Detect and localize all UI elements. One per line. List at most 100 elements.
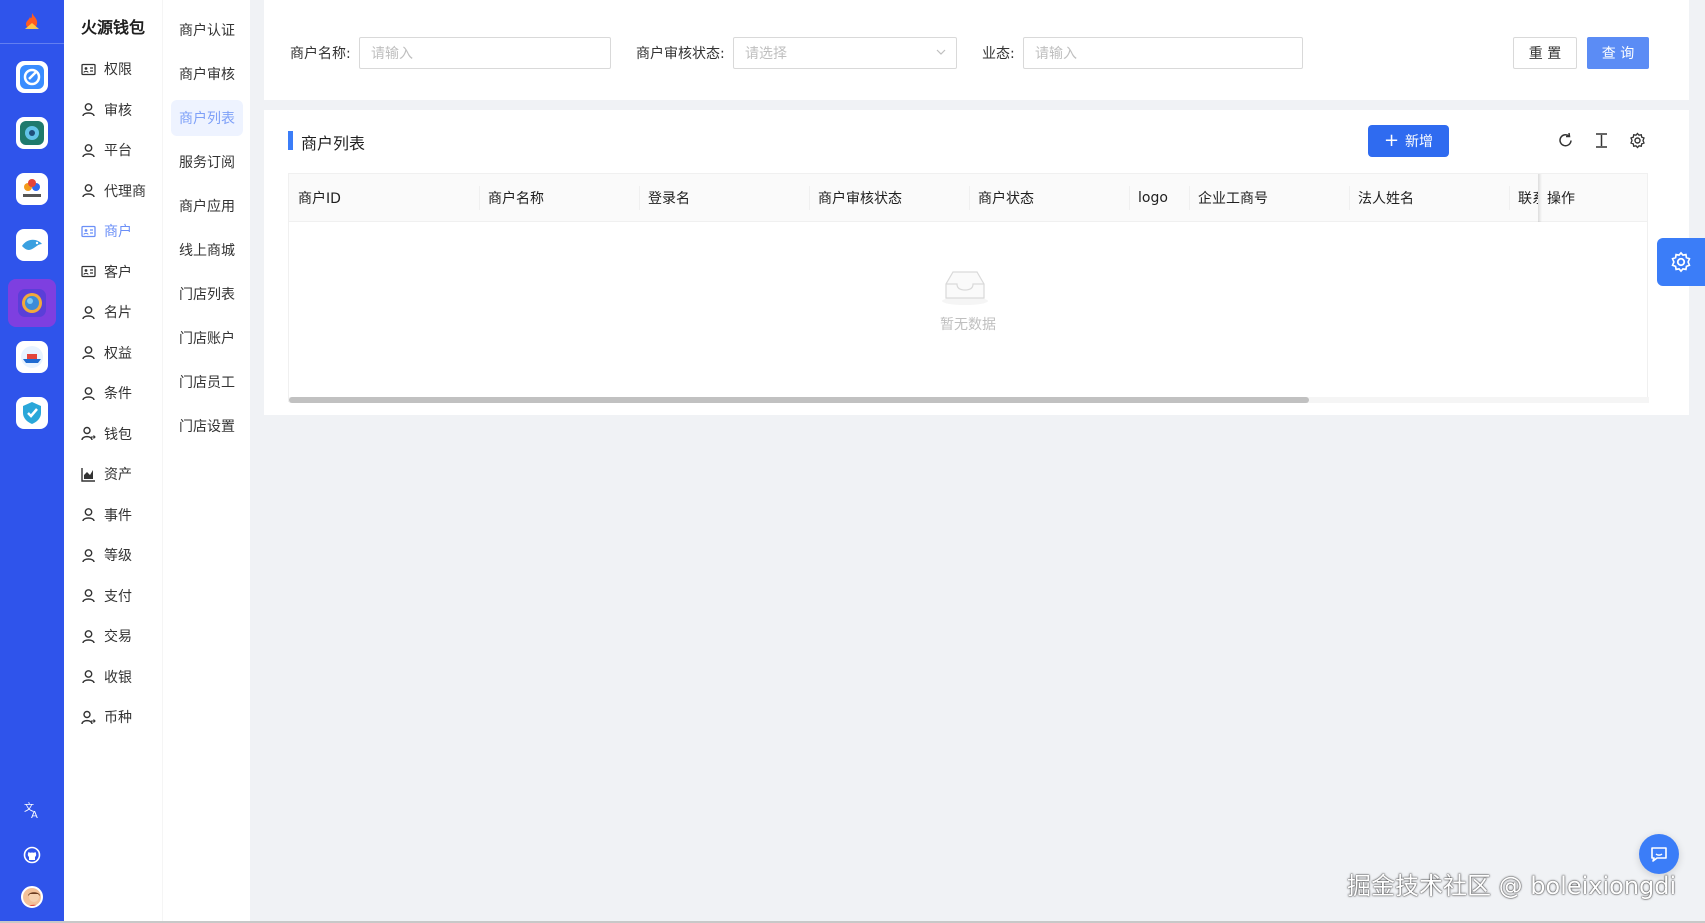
chat-icon — [1651, 847, 1667, 862]
column-legal-name[interactable]: 法人姓名 — [1349, 174, 1509, 222]
user-icon — [80, 385, 96, 401]
submenu-item[interactable]: 商户认证 — [171, 12, 243, 48]
merchant-table-card: 商户列表 + 新增 商户ID 商户名称 登录名 商户审核状态 商户状态 logo… — [264, 110, 1689, 415]
sidebar-item[interactable]: 资产 — [72, 456, 156, 492]
sidebar-item[interactable]: 客户 — [72, 254, 156, 290]
sidebar-item[interactable]: 平台 — [72, 132, 156, 168]
merchant-name-input[interactable]: 请输入 — [359, 37, 611, 69]
user-switch-icon — [80, 709, 96, 725]
rail-divider — [0, 43, 64, 44]
sidebar-item[interactable]: 条件 — [72, 375, 156, 411]
column-actions[interactable]: 操作 — [1538, 174, 1647, 222]
sidebar-item[interactable]: 审核 — [72, 92, 156, 128]
business-label: 业态: — [982, 46, 1015, 62]
user-icon — [80, 345, 96, 361]
sidebar-item-label: 客户 — [104, 264, 132, 281]
user-avatar[interactable] — [21, 886, 43, 908]
search-form: 商户名称: 请输入 商户审核状态: 请选择 业态: 请输入 重 置 查 询 — [264, 0, 1689, 100]
app-boat-icon[interactable] — [16, 341, 48, 373]
scrollbar-thumb[interactable] — [289, 397, 1309, 403]
app-c-icon[interactable] — [16, 61, 48, 93]
submenu-item[interactable]: 商户审核 — [171, 56, 243, 92]
reset-button[interactable]: 重 置 — [1513, 37, 1577, 69]
sidebar-item[interactable]: 名片 — [72, 294, 156, 330]
column-merchant-id[interactable]: 商户ID — [289, 174, 479, 222]
submenu-item[interactable]: 门店列表 — [171, 276, 243, 312]
submenu-item[interactable]: 门店员工 — [171, 364, 243, 400]
sidebar-item[interactable]: 币种 — [72, 699, 156, 735]
audit-status-select[interactable]: 请选择 — [733, 37, 957, 69]
user-icon — [80, 547, 96, 563]
svg-text:A: A — [31, 810, 38, 819]
chevron-down-icon — [936, 49, 946, 55]
primary-sidebar: 火源钱包 权限审核平台代理商商户客户名片权益条件钱包资产事件等级支付交易收银币种 — [64, 0, 162, 923]
app-ranoption-icon[interactable] — [16, 173, 48, 205]
audit-status-label: 商户审核状态: — [636, 46, 725, 62]
sidebar-item-label: 交易 — [104, 629, 132, 645]
submenu-item[interactable]: 门店设置 — [171, 408, 243, 444]
column-height-icon[interactable] — [1592, 131, 1610, 149]
sidebar-item[interactable]: 钱包 — [72, 416, 156, 452]
sidebar-item[interactable]: 权益 — [72, 335, 156, 371]
sidebar-item[interactable]: 交易 — [72, 618, 156, 654]
business-input[interactable]: 请输入 — [1023, 37, 1303, 69]
sidebar-item[interactable]: 代理商 — [72, 173, 156, 209]
sidebar-item-label: 事件 — [104, 507, 132, 524]
submenu-item[interactable]: 服务订阅 — [171, 144, 243, 180]
user-icon — [80, 142, 96, 158]
column-business-reg-no[interactable]: 企业工商号 — [1189, 174, 1349, 222]
user-switch-icon — [80, 426, 96, 442]
horizontal-scrollbar[interactable] — [289, 397, 1649, 403]
submenu-item[interactable]: 商户列表 — [171, 100, 243, 136]
submenu-item[interactable]: 门店账户 — [171, 320, 243, 356]
submenu-item[interactable]: 商户应用 — [171, 188, 243, 224]
sidebar-item-label: 条件 — [104, 386, 132, 402]
sidebar-item[interactable]: 收银 — [72, 659, 156, 695]
column-contact[interactable]: 联系 — [1509, 174, 1538, 222]
sidebar-item-label: 钱包 — [104, 426, 132, 443]
column-merchant-status[interactable]: 商户状态 — [969, 174, 1129, 222]
column-login-name[interactable]: 登录名 — [639, 174, 809, 222]
user-icon — [80, 669, 96, 685]
sidebar-item-label: 平台 — [104, 143, 132, 159]
github-icon[interactable] — [22, 845, 42, 865]
empty-state: 暂无数据 — [289, 222, 1647, 390]
column-merchant-name[interactable]: 商户名称 — [479, 174, 639, 222]
empty-text: 暂无数据 — [940, 317, 996, 333]
flame-logo-icon[interactable] — [20, 10, 44, 34]
setting-icon[interactable] — [1628, 131, 1646, 149]
user-icon — [80, 628, 96, 644]
watermark: 掘金技术社区 @ boleixiongdi — [1347, 872, 1677, 900]
column-logo[interactable]: logo — [1129, 174, 1189, 222]
area-chart-icon — [80, 466, 96, 482]
sidebar-item[interactable]: 商户 — [72, 213, 156, 249]
app-shield-icon[interactable] — [16, 397, 48, 429]
sidebar-item[interactable]: 事件 — [72, 497, 156, 533]
sidebar-item[interactable]: 支付 — [72, 578, 156, 614]
translate-icon[interactable]: 文A — [22, 800, 42, 820]
setting-icon — [1671, 251, 1691, 273]
sidebar-item[interactable]: 权限 — [72, 51, 156, 87]
secondary-sidebar: 商户认证商户审核商户列表服务订阅商户应用线上商城门店列表门店账户门店员工门店设置 — [162, 0, 250, 923]
app-title: 火源钱包 — [81, 18, 146, 37]
user-icon — [80, 588, 96, 604]
column-audit-status[interactable]: 商户审核状态 — [809, 174, 969, 222]
idcard-icon — [80, 223, 96, 239]
sidebar-item-label: 名片 — [104, 305, 132, 321]
settings-drawer-button[interactable] — [1657, 238, 1705, 286]
app-bird-icon[interactable] — [16, 229, 48, 261]
app-rail: 文A — [0, 0, 64, 923]
app-gear-icon[interactable] — [16, 117, 48, 149]
main-content: 商户名称: 请输入 商户审核状态: 请选择 业态: 请输入 重 置 查 询 商户… — [250, 0, 1705, 923]
submenu-item[interactable]: 线上商城 — [171, 232, 243, 268]
user-icon — [80, 304, 96, 320]
table-title: 商户列表 — [301, 134, 366, 153]
query-button[interactable]: 查 询 — [1587, 37, 1649, 69]
reload-icon[interactable] — [1556, 131, 1574, 149]
table-header: 商户ID 商户名称 登录名 商户审核状态 商户状态 logo 企业工商号 法人姓… — [289, 174, 1647, 222]
sidebar-item[interactable]: 等级 — [72, 537, 156, 573]
app-planet-icon[interactable] — [16, 287, 48, 319]
sidebar-item-label: 审核 — [104, 102, 132, 119]
sidebar-item-label: 资产 — [104, 467, 132, 483]
add-button[interactable]: + 新增 — [1368, 125, 1449, 157]
